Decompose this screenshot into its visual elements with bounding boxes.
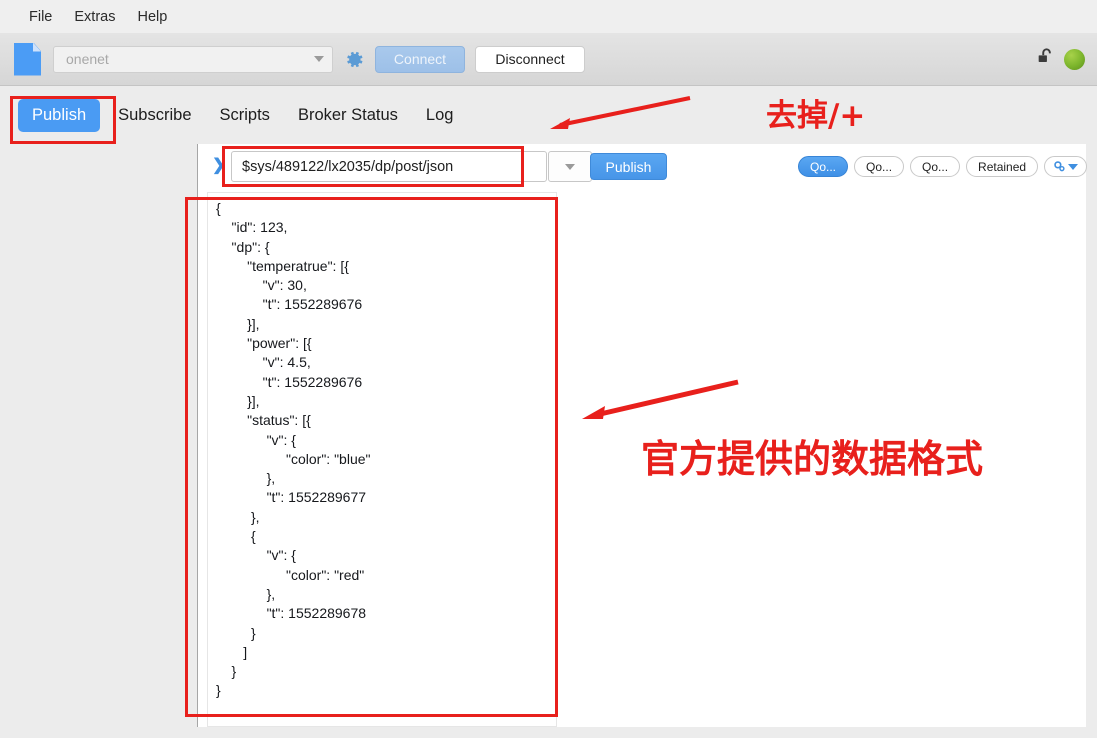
annotation-note-top: 去掉/+ [766,98,866,134]
chevron-down-icon [1068,163,1079,170]
disconnect-button[interactable]: Disconnect [475,45,585,73]
publish-button[interactable]: Publish [590,153,667,180]
connect-button[interactable]: Connect [375,45,465,73]
menu-help[interactable]: Help [126,6,178,28]
tab-broker-status[interactable]: Broker Status [288,101,408,130]
gears-dropdown-icon[interactable] [1044,156,1088,177]
broker-profile-value: onenet [66,51,109,67]
broker-profile-select[interactable]: onenet [53,45,333,73]
chevron-right-icon[interactable]: ❯ [212,158,225,174]
qos1-button[interactable]: Qo... [854,156,905,177]
document-icon [14,42,41,76]
payload-editor[interactable]: { "id": 123, "dp": { "temperatrue": [{ "… [207,192,557,727]
topic-history-dropdown[interactable] [548,151,592,182]
mqtt-client-window: File Extras Help onenet Connect Disconne… [0,0,1097,738]
status-bar [0,727,1097,738]
connection-toolbar: onenet Connect Disconnect [0,33,1097,86]
connect-button-label: Connect [393,51,447,67]
panel-splitter[interactable] [197,144,198,738]
main-tab-bar: Publish Subscribe Scripts Broker Status … [0,86,1097,144]
chevron-down-icon [314,56,324,62]
retained-button[interactable]: Retained [966,156,1039,177]
menu-file[interactable]: File [18,6,63,28]
publish-button-label: Publish [605,158,652,175]
qos0-button[interactable]: Qo... [798,156,849,177]
connection-status-indicator [1064,48,1085,70]
tab-publish[interactable]: Publish [18,98,101,132]
topic-input-value: $sys/489122/lx2035/dp/post/json [242,158,454,175]
annotation-note-bottom: 官方提供的数据格式 [641,437,984,481]
tab-log[interactable]: Log [416,101,464,130]
tab-scripts[interactable]: Scripts [210,101,280,130]
toolbar-status-group [1035,46,1085,73]
qos2-button[interactable]: Qo... [910,156,961,177]
qos-options-group: Qo... Qo... Qo... Retained [798,156,1088,177]
gear-icon[interactable] [343,48,365,70]
disconnect-button-label: Disconnect [495,51,565,67]
menu-bar: File Extras Help [0,0,1097,33]
unlocked-padlock-icon [1035,46,1057,73]
tab-subscribe[interactable]: Subscribe [108,101,201,130]
chevron-down-icon [565,163,575,170]
menu-extras[interactable]: Extras [63,6,126,28]
topic-input[interactable]: $sys/489122/lx2035/dp/post/json [231,151,547,182]
